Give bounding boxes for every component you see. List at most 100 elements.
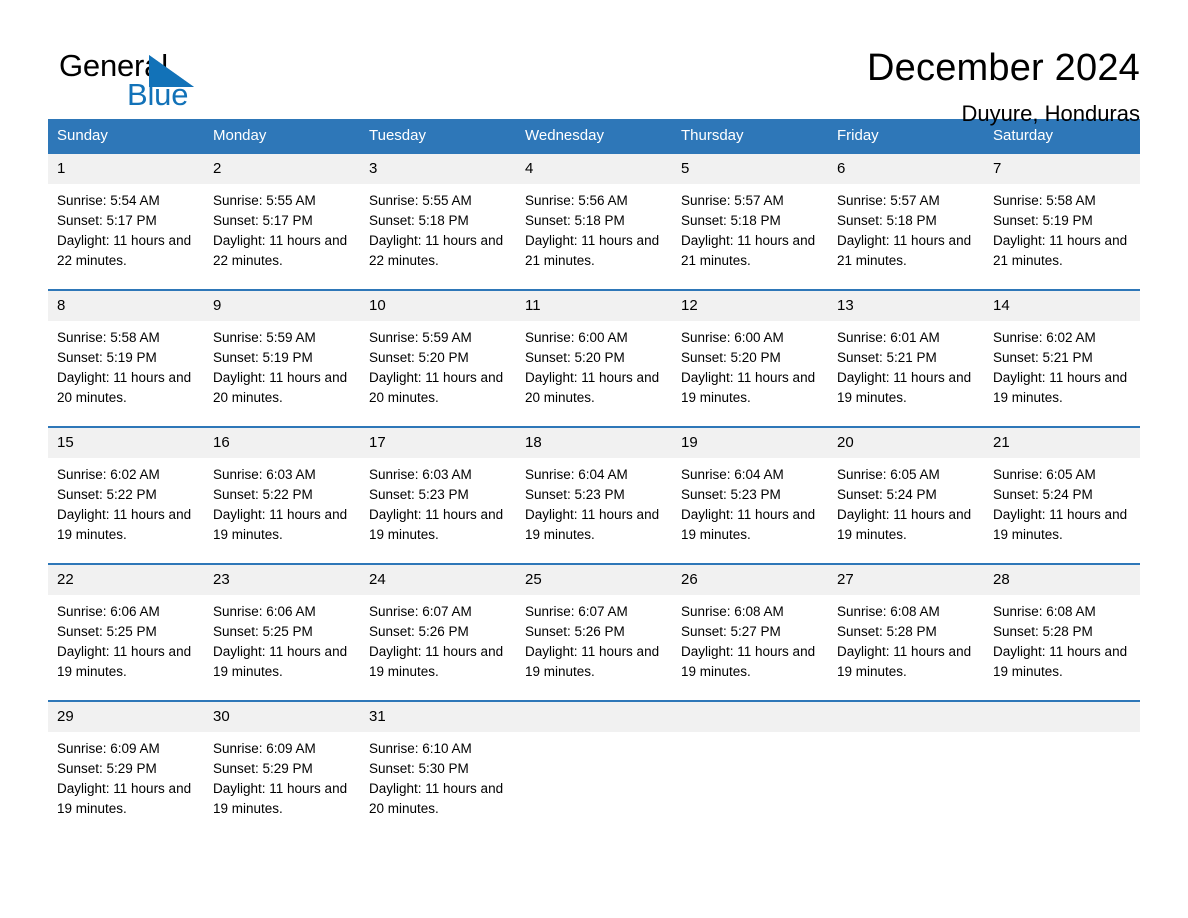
day-number: 21 <box>984 428 1140 458</box>
day-cell-content: 20 Sunrise: 6:05 AM Sunset: 5:24 PM Dayligh… <box>828 428 984 549</box>
calendar-day-cell[interactable]: 6 Sunrise: 5:57 AM Sunset: 5:18 PM Daylight… <box>828 152 984 275</box>
daylight-text: Daylight: 11 hours and 19 minutes. <box>57 644 192 679</box>
calendar-day-cell <box>828 700 984 823</box>
calendar-day-cell <box>516 700 672 823</box>
day-number: 25 <box>516 565 672 595</box>
week-spacer-cell <box>48 686 1140 701</box>
daylight-text: Daylight: 11 hours and 21 minutes. <box>681 233 816 268</box>
daylight-text: Daylight: 11 hours and 21 minutes. <box>525 233 660 268</box>
calendar-day-cell[interactable]: 13 Sunrise: 6:01 AM Sunset: 5:21 PM Dayligh… <box>828 289 984 412</box>
sunset-text: Sunset: 5:23 PM <box>369 487 469 502</box>
sunset-text: Sunset: 5:18 PM <box>525 213 625 228</box>
calendar-day-cell[interactable]: 15 Sunrise: 6:02 AM Sunset: 5:22 PM Dayligh… <box>48 426 204 549</box>
daylight-text: Daylight: 11 hours and 19 minutes. <box>681 507 816 542</box>
day-sun-info: Sunrise: 6:07 AM Sunset: 5:26 PM Daylight:… <box>516 595 672 682</box>
calendar-day-cell[interactable]: 17 Sunrise: 6:03 AM Sunset: 5:23 PM Dayligh… <box>360 426 516 549</box>
day-sun-info: Sunrise: 5:54 AM Sunset: 5:17 PM Daylight:… <box>48 184 204 271</box>
calendar-day-cell[interactable]: 14 Sunrise: 6:02 AM Sunset: 5:21 PM Dayligh… <box>984 289 1140 412</box>
day-sun-info: Sunrise: 5:58 AM Sunset: 5:19 PM Daylight:… <box>984 184 1140 271</box>
day-number: 31 <box>360 702 516 732</box>
calendar-day-cell[interactable]: 18 Sunrise: 6:04 AM Sunset: 5:23 PM Dayligh… <box>516 426 672 549</box>
sunset-text: Sunset: 5:26 PM <box>369 624 469 639</box>
day-number: 2 <box>204 154 360 184</box>
day-sun-info: Sunrise: 6:08 AM Sunset: 5:27 PM Daylight:… <box>672 595 828 682</box>
daylight-text: Daylight: 11 hours and 19 minutes. <box>681 644 816 679</box>
calendar-day-cell[interactable]: 25 Sunrise: 6:07 AM Sunset: 5:26 PM Dayligh… <box>516 563 672 686</box>
calendar-day-cell[interactable]: 4 Sunrise: 5:56 AM Sunset: 5:18 PM Daylight… <box>516 152 672 275</box>
calendar-day-cell[interactable]: 5 Sunrise: 5:57 AM Sunset: 5:18 PM Daylight… <box>672 152 828 275</box>
calendar-day-cell[interactable]: 22 Sunrise: 6:06 AM Sunset: 5:25 PM Dayligh… <box>48 563 204 686</box>
week-spacer-cell <box>48 412 1140 427</box>
calendar-day-cell[interactable]: 2 Sunrise: 5:55 AM Sunset: 5:17 PM Daylight… <box>204 152 360 275</box>
day-cell-content: 25 Sunrise: 6:07 AM Sunset: 5:26 PM Dayligh… <box>516 565 672 686</box>
day-cell-content: 30 Sunrise: 6:09 AM Sunset: 5:29 PM Dayligh… <box>204 702 360 823</box>
calendar-day-cell[interactable]: 29 Sunrise: 6:09 AM Sunset: 5:29 PM Dayligh… <box>48 700 204 823</box>
day-cell-content: 21 Sunrise: 6:05 AM Sunset: 5:24 PM Dayligh… <box>984 428 1140 549</box>
sunset-text: Sunset: 5:23 PM <box>681 487 781 502</box>
day-number: 18 <box>516 428 672 458</box>
day-cell-content: 18 Sunrise: 6:04 AM Sunset: 5:23 PM Dayligh… <box>516 428 672 549</box>
sunset-text: Sunset: 5:27 PM <box>681 624 781 639</box>
calendar-day-cell[interactable]: 20 Sunrise: 6:05 AM Sunset: 5:24 PM Dayligh… <box>828 426 984 549</box>
sunrise-text: Sunrise: 6:09 AM <box>213 741 316 756</box>
day-cell-content: 27 Sunrise: 6:08 AM Sunset: 5:28 PM Dayligh… <box>828 565 984 686</box>
daylight-text: Daylight: 11 hours and 19 minutes. <box>213 507 348 542</box>
calendar-day-cell[interactable]: 21 Sunrise: 6:05 AM Sunset: 5:24 PM Dayligh… <box>984 426 1140 549</box>
day-number: 5 <box>672 154 828 184</box>
day-number: 6 <box>828 154 984 184</box>
day-cell-content: 10 Sunrise: 5:59 AM Sunset: 5:20 PM Dayligh… <box>360 291 516 412</box>
calendar-day-cell[interactable]: 19 Sunrise: 6:04 AM Sunset: 5:23 PM Dayligh… <box>672 426 828 549</box>
sunrise-text: Sunrise: 6:00 AM <box>681 330 784 345</box>
calendar-day-cell[interactable]: 30 Sunrise: 6:09 AM Sunset: 5:29 PM Dayligh… <box>204 700 360 823</box>
day-sun-info: Sunrise: 6:00 AM Sunset: 5:20 PM Daylight:… <box>672 321 828 408</box>
day-number: 11 <box>516 291 672 321</box>
day-cell-content: 13 Sunrise: 6:01 AM Sunset: 5:21 PM Dayligh… <box>828 291 984 412</box>
daylight-text: Daylight: 11 hours and 19 minutes. <box>213 644 348 679</box>
calendar-day-cell[interactable]: 10 Sunrise: 5:59 AM Sunset: 5:20 PM Dayligh… <box>360 289 516 412</box>
calendar-day-cell[interactable]: 3 Sunrise: 5:55 AM Sunset: 5:18 PM Daylight… <box>360 152 516 275</box>
sunset-text: Sunset: 5:30 PM <box>369 761 469 776</box>
day-cell-content: 11 Sunrise: 6:00 AM Sunset: 5:20 PM Dayligh… <box>516 291 672 412</box>
calendar-day-cell[interactable]: 1 Sunrise: 5:54 AM Sunset: 5:17 PM Daylight… <box>48 152 204 275</box>
day-cell-content: 22 Sunrise: 6:06 AM Sunset: 5:25 PM Dayligh… <box>48 565 204 686</box>
sunrise-text: Sunrise: 6:05 AM <box>993 467 1096 482</box>
sunrise-text: Sunrise: 6:02 AM <box>57 467 160 482</box>
sunset-text: Sunset: 5:25 PM <box>213 624 313 639</box>
calendar-day-cell[interactable]: 31 Sunrise: 6:10 AM Sunset: 5:30 PM Dayligh… <box>360 700 516 823</box>
calendar-day-cell[interactable]: 11 Sunrise: 6:00 AM Sunset: 5:20 PM Dayligh… <box>516 289 672 412</box>
day-cell-content <box>828 702 984 823</box>
calendar-day-cell[interactable]: 27 Sunrise: 6:08 AM Sunset: 5:28 PM Dayligh… <box>828 563 984 686</box>
day-number: 19 <box>672 428 828 458</box>
calendar-day-cell[interactable]: 16 Sunrise: 6:03 AM Sunset: 5:22 PM Dayligh… <box>204 426 360 549</box>
calendar-day-cell[interactable]: 23 Sunrise: 6:06 AM Sunset: 5:25 PM Dayligh… <box>204 563 360 686</box>
week-spacer <box>48 549 1140 564</box>
calendar-day-cell[interactable]: 12 Sunrise: 6:00 AM Sunset: 5:20 PM Dayligh… <box>672 289 828 412</box>
day-sun-info: Sunrise: 5:59 AM Sunset: 5:19 PM Daylight:… <box>204 321 360 408</box>
calendar-day-cell[interactable]: 8 Sunrise: 5:58 AM Sunset: 5:19 PM Daylight… <box>48 289 204 412</box>
day-number: 10 <box>360 291 516 321</box>
calendar-day-cell[interactable]: 9 Sunrise: 5:59 AM Sunset: 5:19 PM Daylight… <box>204 289 360 412</box>
week-spacer <box>48 686 1140 701</box>
calendar-day-cell[interactable]: 26 Sunrise: 6:08 AM Sunset: 5:27 PM Dayligh… <box>672 563 828 686</box>
daylight-text: Daylight: 11 hours and 20 minutes. <box>369 781 504 816</box>
daylight-text: Daylight: 11 hours and 20 minutes. <box>57 370 192 405</box>
daylight-text: Daylight: 11 hours and 19 minutes. <box>837 644 972 679</box>
day-cell-content: 2 Sunrise: 5:55 AM Sunset: 5:17 PM Daylight… <box>204 154 360 275</box>
day-number: 29 <box>48 702 204 732</box>
daylight-text: Daylight: 11 hours and 22 minutes. <box>369 233 504 268</box>
day-cell-content <box>516 702 672 823</box>
calendar-day-cell[interactable]: 24 Sunrise: 6:07 AM Sunset: 5:26 PM Dayligh… <box>360 563 516 686</box>
day-number <box>516 702 672 732</box>
sunset-text: Sunset: 5:22 PM <box>57 487 157 502</box>
title-block: December 2024 Duyure, Honduras <box>248 45 1140 129</box>
sunset-text: Sunset: 5:17 PM <box>213 213 313 228</box>
calendar-week-row: 29 Sunrise: 6:09 AM Sunset: 5:29 PM Dayligh… <box>48 700 1140 823</box>
calendar-week-row: 22 Sunrise: 6:06 AM Sunset: 5:25 PM Dayligh… <box>48 563 1140 686</box>
sunrise-text: Sunrise: 6:06 AM <box>213 604 316 619</box>
day-cell-content: 17 Sunrise: 6:03 AM Sunset: 5:23 PM Dayligh… <box>360 428 516 549</box>
daylight-text: Daylight: 11 hours and 19 minutes. <box>57 781 192 816</box>
sunrise-text: Sunrise: 6:06 AM <box>57 604 160 619</box>
calendar-day-cell[interactable]: 7 Sunrise: 5:58 AM Sunset: 5:19 PM Daylight… <box>984 152 1140 275</box>
calendar-day-cell[interactable]: 28 Sunrise: 6:08 AM Sunset: 5:28 PM Dayligh… <box>984 563 1140 686</box>
daylight-text: Daylight: 11 hours and 19 minutes. <box>213 781 348 816</box>
